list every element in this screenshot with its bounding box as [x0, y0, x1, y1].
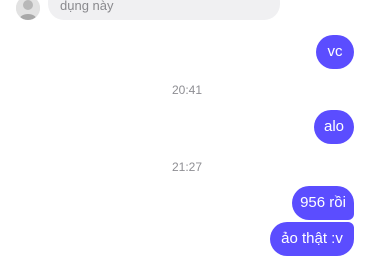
avatar[interactable]	[16, 0, 40, 20]
avatar-icon	[16, 0, 40, 20]
incoming-message-text: dụng này	[60, 0, 114, 13]
incoming-message[interactable]: dụng này	[48, 0, 280, 20]
outgoing-message[interactable]: alo	[314, 110, 354, 144]
outgoing-message[interactable]: 956 rồi	[292, 186, 354, 220]
outgoing-message[interactable]: vc	[316, 35, 354, 69]
outgoing-message[interactable]: ảo thật :v	[270, 222, 354, 256]
chat-thread: dụng này vc 20:41 alo 21:27 956 rồi ảo t…	[0, 0, 374, 257]
timestamp: 20:41	[171, 83, 203, 97]
timestamp: 21:27	[171, 160, 203, 174]
